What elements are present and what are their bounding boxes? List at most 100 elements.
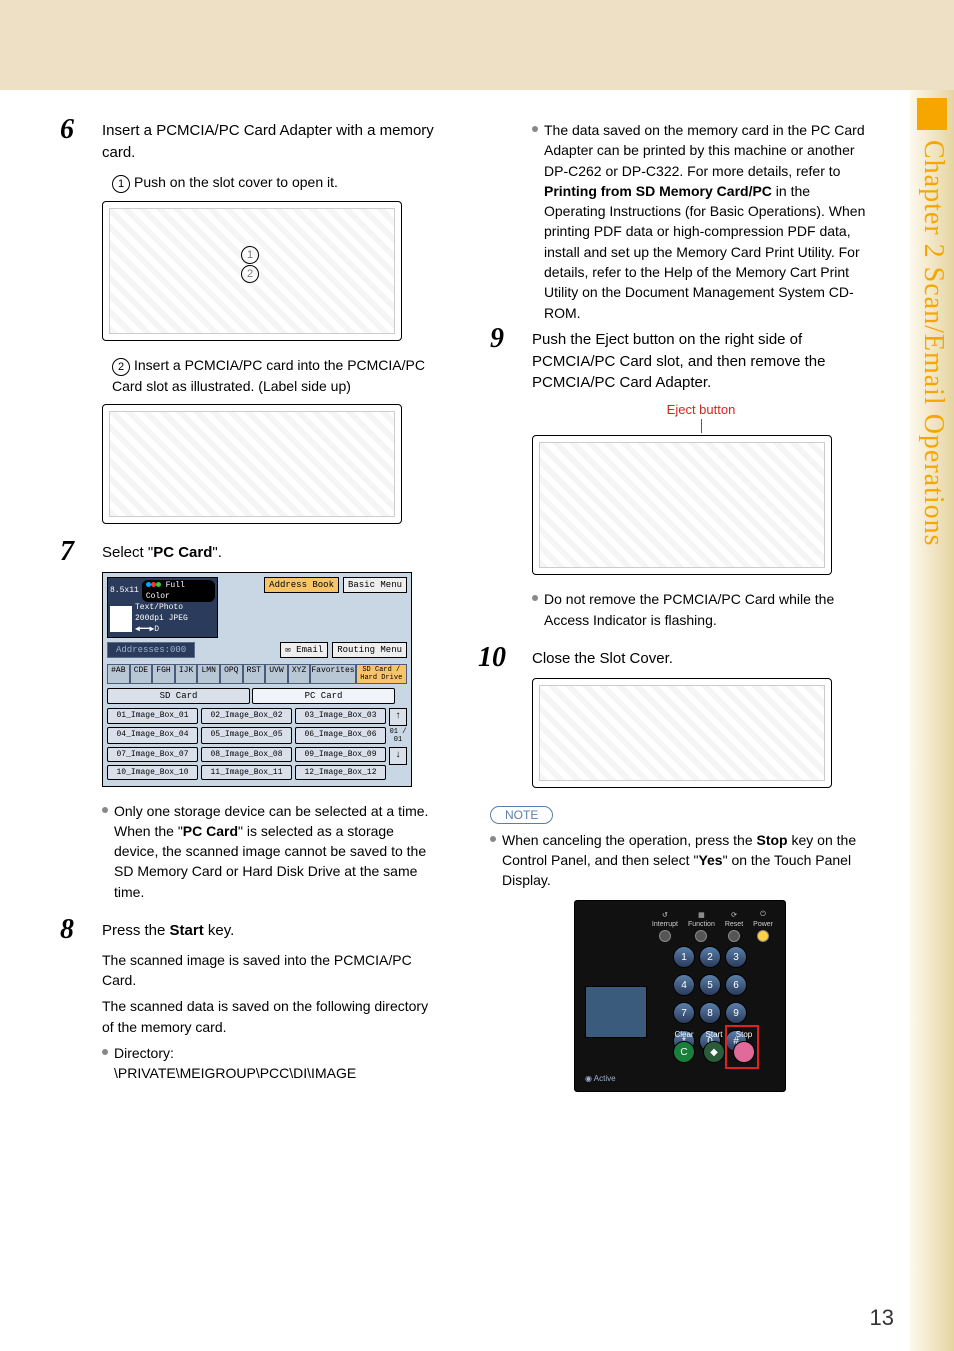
scroll-down-button[interactable]: ↓ bbox=[389, 747, 407, 765]
addresses-counter[interactable]: Addresses:000 bbox=[107, 642, 195, 658]
image-box-grid: 01_Image_Box_01 02_Image_Box_02 03_Image… bbox=[103, 706, 411, 786]
step-6-title: Insert a PCMCIA/PC Card Adapter with a m… bbox=[102, 120, 440, 164]
right-top-bullet-a: The data saved on the memory card in the… bbox=[544, 122, 865, 179]
alpha-tab[interactable]: FGH bbox=[152, 664, 175, 684]
alpha-tab[interactable]: OPQ bbox=[220, 664, 243, 684]
led-icon bbox=[659, 930, 671, 942]
eject-leader-line bbox=[701, 419, 702, 433]
keypad-key[interactable]: 1 bbox=[673, 946, 695, 968]
chapter-side-label: Chapter 2 Scan/Email Operations bbox=[917, 140, 949, 547]
step-8-title-post: key. bbox=[204, 922, 235, 939]
step-7-title-pre: Select " bbox=[102, 544, 153, 561]
alpha-tab[interactable]: UVW bbox=[265, 664, 288, 684]
keypad-key[interactable]: 4 bbox=[673, 974, 695, 996]
step-8-line-2: The scanned data is saved on the followi… bbox=[102, 996, 440, 1037]
image-box[interactable]: 08_Image_Box_08 bbox=[201, 747, 292, 762]
circled-1-icon: 1 bbox=[112, 175, 130, 193]
step-number: 8 bbox=[60, 914, 74, 946]
mail-icon: ✉ bbox=[285, 645, 290, 655]
image-box[interactable]: 01_Image_Box_01 bbox=[107, 708, 198, 725]
keypad-key[interactable]: 3 bbox=[725, 946, 747, 968]
basic-menu-tab[interactable]: Basic Menu bbox=[343, 577, 407, 593]
right-top-bullet-b: in the Operating Instructions (for Basic… bbox=[544, 183, 865, 321]
alpha-tab[interactable]: LMN bbox=[197, 664, 220, 684]
scroll-page-indicator: 01 / 01 bbox=[389, 728, 407, 744]
clear-label: Clear bbox=[674, 1030, 693, 1039]
image-box[interactable]: 06_Image_Box_06 bbox=[295, 727, 386, 744]
image-box[interactable]: 11_Image_Box_11 bbox=[201, 765, 292, 780]
step-6-sub-1-text: Push on the slot cover to open it. bbox=[134, 174, 338, 190]
storage-spacer bbox=[397, 688, 407, 704]
left-column: 6 Insert a PCMCIA/PC Card Adapter with a… bbox=[60, 120, 440, 1291]
image-box[interactable]: 12_Image_Box_12 bbox=[295, 765, 386, 780]
density-slider-icon: ◀━━▶D bbox=[135, 624, 188, 635]
sd-hard-drive-tab[interactable]: SD Card / Hard Drive bbox=[356, 664, 407, 684]
clear-button[interactable]: C bbox=[673, 1041, 695, 1063]
keypad-key[interactable]: 2 bbox=[699, 946, 721, 968]
image-box[interactable]: 10_Image_Box_10 bbox=[107, 765, 198, 780]
right-column: The data saved on the memory card in the… bbox=[490, 120, 870, 1291]
step-9-title: Push the Eject button on the right side … bbox=[532, 329, 870, 394]
start-label: Start bbox=[706, 1030, 723, 1039]
page-thumbnail-icon: ▤ bbox=[110, 606, 132, 632]
active-led-icon: ◉ bbox=[585, 1074, 592, 1083]
address-book-tab[interactable]: Address Book bbox=[264, 577, 339, 593]
alpha-tab[interactable]: CDE bbox=[130, 664, 153, 684]
scan-settings-box: 8.5x11 Full Color ▤ Text/Photo 200dpi JP… bbox=[107, 577, 218, 638]
chapter-color-tab bbox=[917, 98, 947, 130]
note-badge: NOTE bbox=[490, 806, 553, 824]
step-number: 10 bbox=[478, 642, 506, 674]
image-box[interactable]: 02_Image_Box_02 bbox=[201, 708, 292, 725]
sd-card-tab[interactable]: SD Card bbox=[107, 688, 250, 704]
routing-menu-button[interactable]: Routing Menu bbox=[332, 642, 407, 658]
alpha-tab[interactable]: IJK bbox=[175, 664, 198, 684]
start-button[interactable]: ◆ bbox=[703, 1041, 725, 1063]
scroll-up-button[interactable]: ↑ bbox=[389, 708, 407, 726]
favorites-tab[interactable]: Favorites bbox=[310, 664, 355, 684]
circled-2-icon: 2 bbox=[112, 358, 130, 376]
figure-close-cover bbox=[532, 678, 832, 788]
alpha-tab[interactable]: XYZ bbox=[288, 664, 311, 684]
image-box[interactable]: 09_Image_Box_09 bbox=[295, 747, 386, 762]
step-6: 6 Insert a PCMCIA/PC Card Adapter with a… bbox=[60, 120, 440, 524]
step-8-title: Press the Start key. bbox=[102, 920, 440, 942]
image-box[interactable]: 03_Image_Box_03 bbox=[295, 708, 386, 725]
alpha-tab[interactable]: #AB bbox=[107, 664, 130, 684]
manual-page: Chapter 2 Scan/Email Operations 6 Insert… bbox=[0, 0, 954, 1351]
image-box[interactable]: 04_Image_Box_04 bbox=[107, 727, 198, 744]
active-indicator: ◉ Active bbox=[585, 1074, 616, 1083]
keypad-key[interactable]: 8 bbox=[699, 1002, 721, 1024]
keypad-key[interactable]: 9 bbox=[725, 1002, 747, 1024]
keypad-key[interactable]: 6 bbox=[725, 974, 747, 996]
keypad-key[interactable]: 5 bbox=[699, 974, 721, 996]
reset-icon: ⟳ bbox=[731, 911, 737, 919]
image-box[interactable]: 05_Image_Box_05 bbox=[201, 727, 292, 744]
email-button[interactable]: ✉ Email bbox=[280, 642, 328, 658]
step-9: 9 Push the Eject button on the right sid… bbox=[490, 329, 870, 630]
bullet-icon bbox=[102, 807, 108, 813]
step-number: 7 bbox=[60, 536, 74, 568]
step-8-title-bold: Start bbox=[170, 922, 204, 939]
active-label: Active bbox=[594, 1074, 616, 1083]
image-box[interactable]: 07_Image_Box_07 bbox=[107, 747, 198, 762]
keypad-key[interactable]: 7 bbox=[673, 1002, 695, 1024]
figure-eject-card bbox=[532, 435, 832, 575]
interrupt-icon: ↺ bbox=[662, 911, 668, 919]
figure-control-panel: ↺Interrupt ▦Function ⟳Reset ⏻Power 1 2 3… bbox=[574, 900, 786, 1092]
step-9-bullet: Do not remove the PCMCIA/PC Card while t… bbox=[532, 589, 870, 630]
step-10-title: Close the Slot Cover. bbox=[532, 648, 870, 670]
step-9-bullet-text: Do not remove the PCMCIA/PC Card while t… bbox=[544, 589, 870, 630]
note-text-bold2: Yes bbox=[698, 852, 722, 868]
alpha-tab[interactable]: RST bbox=[243, 664, 266, 684]
email-label: Email bbox=[296, 645, 323, 655]
step-7-title-bold: PC Card bbox=[153, 544, 212, 561]
directory-label: Directory: bbox=[114, 1045, 174, 1061]
pc-card-tab[interactable]: PC Card bbox=[252, 688, 395, 704]
step-7-title: Select "PC Card". bbox=[102, 542, 440, 564]
power-icon: ⏻ bbox=[760, 911, 766, 919]
directory-value: \PRIVATE\MEIGROUP\PCC\DI\IMAGE bbox=[114, 1065, 356, 1081]
step-8-line-1: The scanned image is saved into the PCMC… bbox=[102, 950, 440, 991]
power-label: Power bbox=[753, 921, 773, 928]
scan-dpi: 200dpi JPEG bbox=[135, 613, 188, 624]
note-text-a: When canceling the operation, press the bbox=[502, 832, 757, 848]
